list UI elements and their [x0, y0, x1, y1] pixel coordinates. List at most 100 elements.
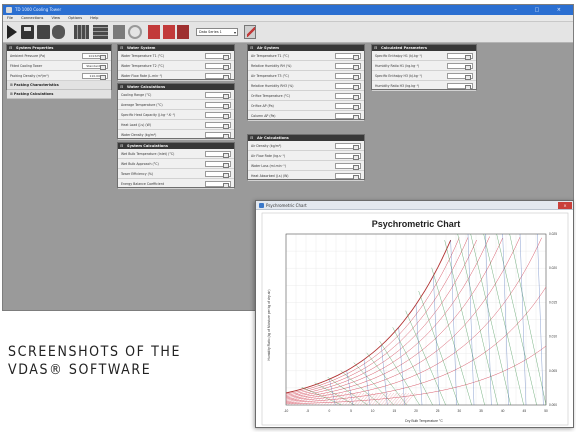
param-label: Relative Humidity RH3 (%): [251, 84, 294, 88]
param-value-field[interactable]: Standard: [82, 63, 108, 70]
param-value-field[interactable]: [335, 53, 361, 60]
param-row: Heat Load (J.s) (W): [118, 120, 234, 130]
red-chart-icon[interactable]: [148, 25, 160, 39]
x-tick-label: 35: [479, 409, 483, 413]
play-icon[interactable]: [7, 25, 17, 39]
window-controls[interactable]: – □ ×: [514, 5, 569, 15]
param-value-field[interactable]: [335, 83, 361, 90]
param-value-field[interactable]: [335, 153, 361, 160]
menu-connections[interactable]: Connections: [21, 16, 43, 20]
param-row: Orifice Temperature (°C): [248, 91, 364, 101]
param-value-field[interactable]: [205, 102, 231, 109]
param-value-field[interactable]: [447, 83, 473, 90]
menu-help[interactable]: Help: [90, 16, 98, 20]
param-row: Tower Efficiency (%): [118, 169, 234, 179]
open-icon[interactable]: [37, 25, 50, 39]
y-axis-label: Humidity Ratio (kg of Moisture per kg of…: [267, 289, 271, 360]
param-row: Column ΔP (Pa): [248, 111, 364, 121]
menu-options[interactable]: Options: [68, 16, 82, 20]
menu-view[interactable]: View: [52, 16, 61, 20]
red-chart-icon[interactable]: [163, 25, 175, 39]
close-button[interactable]: ×: [558, 202, 572, 209]
param-value-field[interactable]: [205, 122, 231, 129]
param-row: Water Temperature T2 (°C): [118, 61, 234, 71]
param-value-field[interactable]: [447, 53, 473, 60]
param-label: Humidity Ratio H3 (kg.kg⁻¹): [375, 84, 420, 88]
param-label: Water Density (kg/m³): [121, 133, 157, 137]
psychrometric-chart-window: Psychrometric Chart × Psychrometric Char…: [255, 200, 574, 428]
param-label: Tower Efficiency (%): [121, 172, 154, 176]
chart-icon[interactable]: [113, 25, 125, 39]
system-calculations-panel: System Calculations Wet Bulb Temperature…: [117, 142, 235, 189]
packing-characteristics-section[interactable]: Packing Characteristics: [7, 81, 111, 90]
param-label: Relative Humidity RH (%): [251, 64, 292, 68]
param-value-field[interactable]: [335, 163, 361, 170]
param-label: Water Temperature T2 (°C): [121, 64, 164, 68]
x-tick-label: 30: [458, 409, 462, 413]
save-icon[interactable]: [21, 25, 34, 39]
param-row: Water Temperature T1 (°C): [118, 51, 234, 61]
param-value-field[interactable]: [205, 112, 231, 119]
param-value-field[interactable]: [205, 151, 231, 158]
param-label: Orifice Temperature (°C): [251, 94, 290, 98]
param-row: Air Temperature T1 (°C): [248, 51, 364, 61]
param-value-field[interactable]: 110.00: [82, 73, 108, 80]
param-value-field[interactable]: [205, 92, 231, 99]
x-tick-label: 45: [523, 409, 527, 413]
param-row: Specific Heat Capacity (J.kg⁻¹.K⁻¹): [118, 110, 234, 120]
param-label: Heat Load (J.s) (W): [121, 123, 151, 127]
param-label: Cooling Range (°C): [121, 93, 152, 97]
param-label: Ambient Pressure (Pa): [10, 54, 46, 58]
param-value-field[interactable]: [335, 73, 361, 80]
param-value-field[interactable]: [205, 53, 231, 60]
camera-icon[interactable]: [52, 25, 65, 39]
param-row: Relative Humidity RH3 (%): [248, 81, 364, 91]
param-label: Fitted Cooling Tower: [10, 64, 43, 68]
air-system-panel: Air System Air Temperature T1 (°C)Relati…: [247, 44, 365, 121]
param-label: Wet Bulb Temperature (Inlet) (°C): [121, 152, 175, 156]
param-value-field[interactable]: [205, 161, 231, 168]
param-row: Ambient Pressure (Pa) 101325: [7, 51, 111, 61]
param-value-field[interactable]: [205, 132, 231, 139]
menu-file[interactable]: File: [7, 16, 13, 20]
window-title: Psychrometric Chart: [266, 203, 307, 208]
param-value-field[interactable]: [447, 73, 473, 80]
param-row: Wet Bulb Approach (°C): [118, 159, 234, 169]
x-tick-label: -10: [284, 409, 289, 413]
param-value-field[interactable]: [335, 63, 361, 70]
water-system-panel: Water System Water Temperature T1 (°C)Wa…: [117, 44, 235, 81]
param-row: Water Loss (ml.min⁻¹): [248, 161, 364, 171]
param-value-field[interactable]: [335, 143, 361, 150]
param-row: Water Flow Rate (L.min⁻¹): [118, 71, 234, 81]
param-value-field[interactable]: 101325: [82, 53, 108, 60]
x-tick-label: 15: [393, 409, 397, 413]
param-row: Cooling Range (°C): [118, 90, 234, 100]
param-label: Specific Heat Capacity (J.kg⁻¹.K⁻¹): [121, 113, 176, 117]
series-select[interactable]: Data Series 1: [196, 28, 238, 36]
composite-screenshot: TD 1000 Cooling Tower – □ × File Connect…: [0, 0, 576, 432]
param-row: Packing Density (m²/m³) 110.00: [7, 71, 111, 81]
packing-calculations-section[interactable]: Packing Calculations: [7, 90, 111, 99]
param-value-field[interactable]: [335, 173, 361, 180]
window-title: TD 1000 Cooling Tower: [15, 7, 62, 12]
red-chart-icon[interactable]: [177, 25, 189, 39]
air-calculations-panel: Air Calculations Air Density (kg/m³)Air …: [247, 134, 365, 181]
param-value-field[interactable]: [335, 113, 361, 120]
param-value-field[interactable]: [205, 73, 231, 80]
param-value-field[interactable]: [205, 171, 231, 178]
param-row: Wet Bulb Temperature (Inlet) (°C): [118, 149, 234, 159]
param-row: Humidity Ratio H3 (kg.kg⁻¹): [372, 81, 476, 91]
param-label: Water Loss (ml.min⁻¹): [251, 164, 286, 168]
grid-icon[interactable]: [74, 25, 89, 39]
app-icon: [6, 7, 12, 13]
table-icon[interactable]: [93, 25, 108, 39]
param-value-field[interactable]: [335, 93, 361, 100]
param-value-field[interactable]: [335, 103, 361, 110]
param-label: Water Temperature T1 (°C): [121, 54, 164, 58]
param-value-field[interactable]: [205, 181, 231, 188]
x-tick-label: -5: [306, 409, 309, 413]
param-value-field[interactable]: [447, 63, 473, 70]
pen-icon[interactable]: [244, 25, 256, 39]
circle-icon[interactable]: [128, 25, 142, 39]
param-value-field[interactable]: [205, 63, 231, 70]
